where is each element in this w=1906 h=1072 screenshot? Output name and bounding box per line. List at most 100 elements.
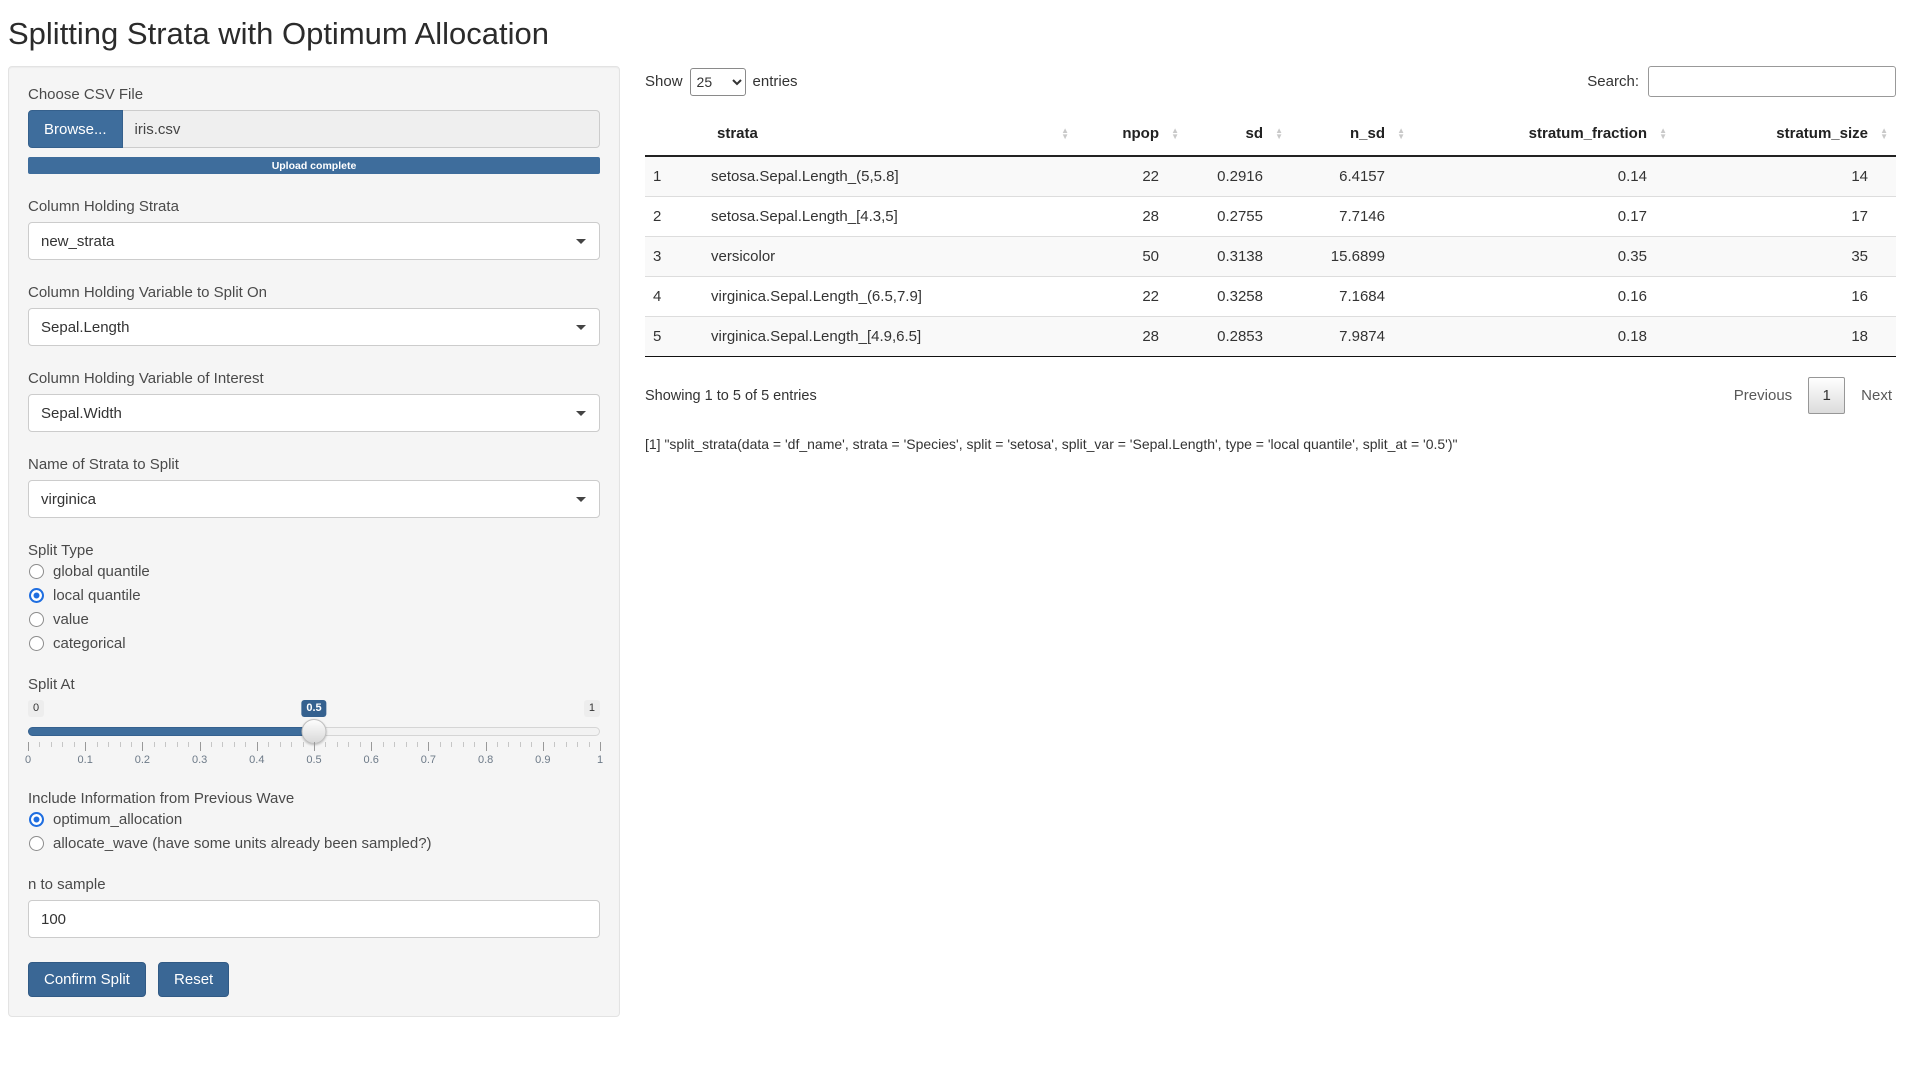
upload-progress-text: Upload complete xyxy=(272,160,357,172)
strata-name-label: Name of Strata to Split xyxy=(28,456,600,473)
slider-track[interactable] xyxy=(28,727,600,736)
cell-stratum-size: 18 xyxy=(1675,317,1896,357)
slider-tick xyxy=(268,742,269,747)
previous-wave-label: Include Information from Previous Wave xyxy=(28,790,600,807)
cell-stratum-size: 14 xyxy=(1675,156,1896,197)
slider-value-badge: 0.5 xyxy=(301,700,326,717)
file-input-label: Choose CSV File xyxy=(28,86,600,103)
console-output: [1] "split_strata(data = 'df_name', stra… xyxy=(645,436,1896,452)
cell-num: 1 xyxy=(645,156,699,197)
header-label: n_sd xyxy=(1350,125,1385,142)
cell-n-sd: 7.9874 xyxy=(1291,317,1413,357)
cell-n-sd: 7.1684 xyxy=(1291,277,1413,317)
cell-sd: 0.2853 xyxy=(1187,317,1291,357)
n-to-sample-input[interactable] xyxy=(28,900,600,938)
slider-handle[interactable] xyxy=(302,719,327,744)
page-length-select[interactable]: 25 xyxy=(690,68,746,96)
interest-var-select[interactable]: Sepal.Width xyxy=(28,394,600,432)
radio-optimum-allocation[interactable]: optimum_allocation xyxy=(29,811,600,828)
split-at-label: Split At xyxy=(28,676,600,693)
caret-down-icon xyxy=(576,497,586,502)
split-var-select[interactable]: Sepal.Length xyxy=(28,308,600,346)
slider-tick xyxy=(508,742,509,747)
radio-local-quantile[interactable]: local quantile xyxy=(29,587,600,604)
slider-tick xyxy=(520,742,521,747)
slider-tick xyxy=(394,742,395,747)
table-row: 5virginica.Sepal.Length_[4.9,6.5]280.285… xyxy=(645,317,1896,357)
slider-tick xyxy=(120,742,121,747)
slider-tick xyxy=(165,742,166,747)
cell-npop: 28 xyxy=(1077,197,1187,237)
table-row: 4virginica.Sepal.Length_(6.5,7.9]220.325… xyxy=(645,277,1896,317)
slider-tick xyxy=(291,742,292,747)
confirm-split-button[interactable]: Confirm Split xyxy=(28,962,146,997)
slider-tick xyxy=(85,742,86,751)
slider-tick xyxy=(108,742,109,747)
header-n-sd[interactable]: n_sd ▲▼ xyxy=(1291,112,1413,156)
strata-name-select[interactable]: virginica xyxy=(28,480,600,518)
previous-page-button[interactable]: Previous xyxy=(1734,387,1792,404)
slider-tick xyxy=(486,742,487,751)
header-sd[interactable]: sd ▲▼ xyxy=(1187,112,1291,156)
radio-allocate-wave[interactable]: allocate_wave (have some units already b… xyxy=(29,835,600,852)
sort-icon[interactable]: ▲▼ xyxy=(1397,128,1405,140)
search-input[interactable] xyxy=(1648,66,1896,97)
slider-tick xyxy=(463,742,464,747)
slider-tick xyxy=(417,742,418,747)
cell-stratum-fraction: 0.35 xyxy=(1413,237,1675,277)
file-input-group: Choose CSV File Browse... iris.csv Uploa… xyxy=(28,86,600,174)
interest-var-value: Sepal.Width xyxy=(41,405,122,422)
header-label: strata xyxy=(717,125,758,142)
header-stratum-fraction[interactable]: stratum_fraction ▲▼ xyxy=(1413,112,1675,156)
cell-sd: 0.3258 xyxy=(1187,277,1291,317)
cell-stratum-fraction: 0.18 xyxy=(1413,317,1675,357)
interest-var-group: Column Holding Variable of Interest Sepa… xyxy=(28,370,600,432)
sort-icon[interactable]: ▲▼ xyxy=(1061,128,1069,140)
slider-tick-label: 1 xyxy=(597,754,603,766)
cell-strata: setosa.Sepal.Length_[4.3,5] xyxy=(699,197,1077,237)
file-name-display: iris.csv xyxy=(123,110,600,148)
split-at-slider[interactable]: 0 0.5 1 00.10.20.30.40.50.60.70.80.91 xyxy=(28,700,600,766)
slider-tick xyxy=(303,742,304,747)
next-page-button[interactable]: Next xyxy=(1861,387,1892,404)
cell-sd: 0.2916 xyxy=(1187,156,1291,197)
table-row: 2setosa.Sepal.Length_[4.3,5]280.27557.71… xyxy=(645,197,1896,237)
n-to-sample-label: n to sample xyxy=(28,876,600,893)
cell-strata: virginica.Sepal.Length_(6.5,7.9] xyxy=(699,277,1077,317)
pagination: Previous 1 Next xyxy=(1734,377,1892,414)
header-strata[interactable]: strata ▲▼ xyxy=(699,112,1077,156)
cell-npop: 28 xyxy=(1077,317,1187,357)
cell-npop: 22 xyxy=(1077,156,1187,197)
header-npop[interactable]: npop ▲▼ xyxy=(1077,112,1187,156)
table-header-row: strata ▲▼ npop ▲▼ sd ▲▼ n_sd xyxy=(645,112,1896,156)
radio-value[interactable]: value xyxy=(29,611,600,628)
caret-down-icon xyxy=(576,325,586,330)
slider-tick-label: 0.3 xyxy=(192,754,207,766)
radio-global-quantile[interactable]: global quantile xyxy=(29,563,600,580)
sort-icon[interactable]: ▲▼ xyxy=(1171,128,1179,140)
header-stratum-size[interactable]: stratum_size ▲▼ xyxy=(1675,112,1896,156)
browse-button[interactable]: Browse... xyxy=(28,110,123,148)
previous-wave-group: Include Information from Previous Wave o… xyxy=(28,790,600,852)
strata-column-select[interactable]: new_strata xyxy=(28,222,600,260)
cell-sd: 0.2755 xyxy=(1187,197,1291,237)
slider-tick xyxy=(28,742,29,751)
cell-num: 4 xyxy=(645,277,699,317)
cell-stratum-fraction: 0.14 xyxy=(1413,156,1675,197)
table-info: Showing 1 to 5 of 5 entries xyxy=(645,388,817,404)
slider-tick xyxy=(211,742,212,747)
slider-tick-label: 0.5 xyxy=(306,754,321,766)
radio-categorical[interactable]: categorical xyxy=(29,635,600,652)
sort-icon[interactable]: ▲▼ xyxy=(1880,128,1888,140)
sort-icon[interactable]: ▲▼ xyxy=(1275,128,1283,140)
slider-tick xyxy=(600,742,601,751)
slider-tick xyxy=(337,742,338,747)
split-var-value: Sepal.Length xyxy=(41,319,129,336)
page-1-button[interactable]: 1 xyxy=(1808,377,1845,414)
interest-var-label: Column Holding Variable of Interest xyxy=(28,370,600,387)
reset-button[interactable]: Reset xyxy=(158,962,229,997)
cell-stratum-size: 35 xyxy=(1675,237,1896,277)
sort-icon[interactable]: ▲▼ xyxy=(1659,128,1667,140)
slider-tick xyxy=(554,742,555,747)
entries-label: entries xyxy=(753,73,798,90)
